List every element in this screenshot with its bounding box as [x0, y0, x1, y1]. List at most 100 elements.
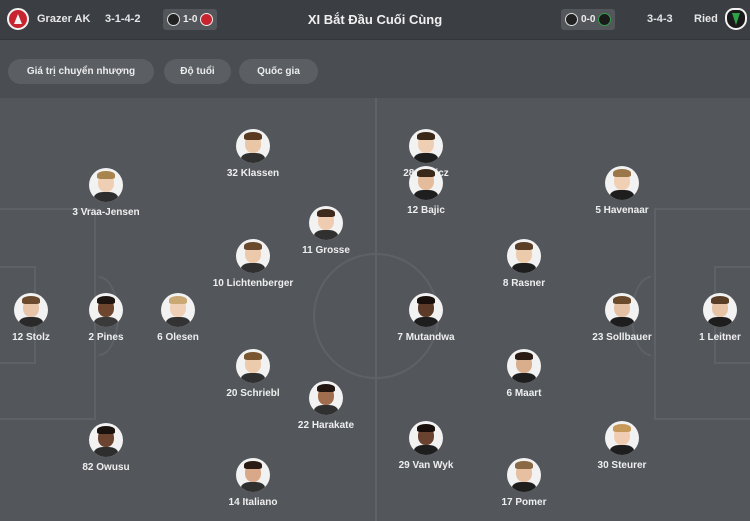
player-photo — [161, 293, 195, 327]
filter-market-value-button[interactable]: Giá trị chuyển nhượng — [8, 59, 154, 84]
player-shirt — [241, 373, 265, 383]
player-hair — [244, 352, 262, 360]
pitch: 12 Stolz 2 Pines 6 Olesen 3 Vraa-Jensen 32 K… — [0, 98, 750, 521]
player-shirt — [314, 405, 338, 415]
filter-age-button[interactable]: Độ tuổi — [164, 59, 231, 84]
player-name: 12 Bajic — [407, 205, 445, 216]
away-player[interactable]: 30 Steurer — [567, 421, 677, 472]
player-photo — [14, 293, 48, 327]
player-hair — [417, 296, 435, 304]
home-player[interactable]: 3 Vraa-Jensen — [51, 168, 161, 219]
player-photo — [409, 129, 443, 163]
player-name: 29 Van Wyk — [398, 460, 454, 471]
player-hair — [97, 296, 115, 304]
player-photo — [605, 421, 639, 455]
away-player[interactable]: 29 Van Wyk — [371, 421, 481, 472]
player-shirt — [94, 317, 118, 327]
player-photo — [605, 293, 639, 327]
away-player[interactable]: 7 Mutandwa — [371, 293, 481, 344]
player-name: 17 Pomer — [501, 497, 547, 508]
filter-bar: Giá trị chuyển nhượng Độ tuổi Quốc gia — [0, 41, 750, 97]
player-shirt — [512, 373, 536, 383]
player-hair — [417, 132, 435, 140]
away-player[interactable]: 17 Pomer — [469, 458, 579, 509]
player-hair — [515, 242, 533, 250]
player-hair — [244, 242, 262, 250]
home-player[interactable]: 11 Grosse — [271, 206, 381, 257]
player-hair — [97, 426, 115, 434]
player-name: 6 Maart — [506, 388, 542, 399]
player-name: 82 Owusu — [82, 462, 130, 473]
player-shirt — [94, 447, 118, 457]
home-player[interactable]: 22 Harakate — [271, 381, 381, 432]
away-team-name[interactable]: Ried — [694, 13, 718, 25]
away-last-score: 0-0 — [581, 14, 596, 25]
player-photo — [409, 421, 443, 455]
player-photo — [605, 166, 639, 200]
player-shirt — [414, 317, 438, 327]
home-player[interactable]: 6 Olesen — [123, 293, 233, 344]
player-hair — [515, 461, 533, 469]
home-player[interactable]: 32 Klassen — [198, 129, 308, 180]
player-photo — [507, 349, 541, 383]
player-shirt — [708, 317, 732, 327]
away-player[interactable]: 1 Leitner — [665, 293, 750, 344]
player-hair — [317, 384, 335, 392]
player-shirt — [512, 482, 536, 492]
home-player[interactable]: 14 Italiano — [198, 458, 308, 509]
away-formation: 3-4-3 — [647, 13, 673, 25]
player-photo — [236, 239, 270, 273]
player-shirt — [314, 230, 338, 240]
away-player[interactable]: 5 Havenaar — [567, 166, 677, 217]
player-hair — [244, 132, 262, 140]
lineup-screen: Grazer AK 3-1-4-2 1-0 XI Bắt Đầu Cuối Cù… — [0, 0, 750, 521]
home-player[interactable]: 82 Owusu — [51, 423, 161, 474]
player-shirt — [512, 263, 536, 273]
filter-nationality-button[interactable]: Quốc gia — [239, 59, 318, 84]
player-name: 23 Sollbauer — [592, 332, 652, 343]
player-shirt — [610, 445, 634, 455]
player-name: 1 Leitner — [699, 332, 741, 343]
player-name: 11 Grosse — [302, 245, 350, 256]
player-shirt — [94, 192, 118, 202]
away-player[interactable]: 8 Rasner — [469, 239, 579, 290]
player-name: 7 Mutandwa — [397, 332, 455, 343]
player-hair — [515, 352, 533, 360]
ried-logo-icon[interactable] — [725, 8, 747, 30]
player-photo — [236, 349, 270, 383]
player-name: 32 Klassen — [226, 168, 280, 179]
lineup-header: Grazer AK 3-1-4-2 1-0 XI Bắt Đầu Cuối Cù… — [0, 0, 750, 40]
player-name: 10 Lichtenberger — [212, 278, 294, 289]
player-shirt — [414, 190, 438, 200]
away-player[interactable]: 12 Bajic — [371, 166, 481, 217]
player-name: 14 Italiano — [228, 497, 278, 508]
ried-mini-logo-icon — [598, 13, 612, 26]
player-name: 5 Havenaar — [595, 205, 649, 216]
player-shirt — [166, 317, 190, 327]
player-photo — [703, 293, 737, 327]
player-photo — [89, 423, 123, 457]
player-photo — [309, 381, 343, 415]
player-hair — [22, 296, 40, 304]
away-last-match-chip[interactable]: 0-0 — [561, 9, 616, 30]
player-shirt — [241, 263, 265, 273]
player-hair — [711, 296, 729, 304]
player-photo — [309, 206, 343, 240]
player-photo — [409, 166, 443, 200]
player-hair — [613, 169, 631, 177]
player-name: 6 Olesen — [157, 332, 199, 343]
player-photo — [507, 458, 541, 492]
player-photo — [89, 168, 123, 202]
away-player[interactable]: 23 Sollbauer — [567, 293, 677, 344]
player-name: 30 Steurer — [597, 460, 647, 471]
player-hair — [169, 296, 187, 304]
player-photo — [409, 293, 443, 327]
player-name: 3 Vraa-Jensen — [72, 207, 140, 218]
away-player[interactable]: 6 Maart — [469, 349, 579, 400]
player-shirt — [241, 153, 265, 163]
player-hair — [613, 296, 631, 304]
player-hair — [613, 424, 631, 432]
player-photo — [236, 458, 270, 492]
lineup-title: XI Bắt Đầu Cuối Cùng — [307, 12, 443, 27]
player-photo — [236, 129, 270, 163]
